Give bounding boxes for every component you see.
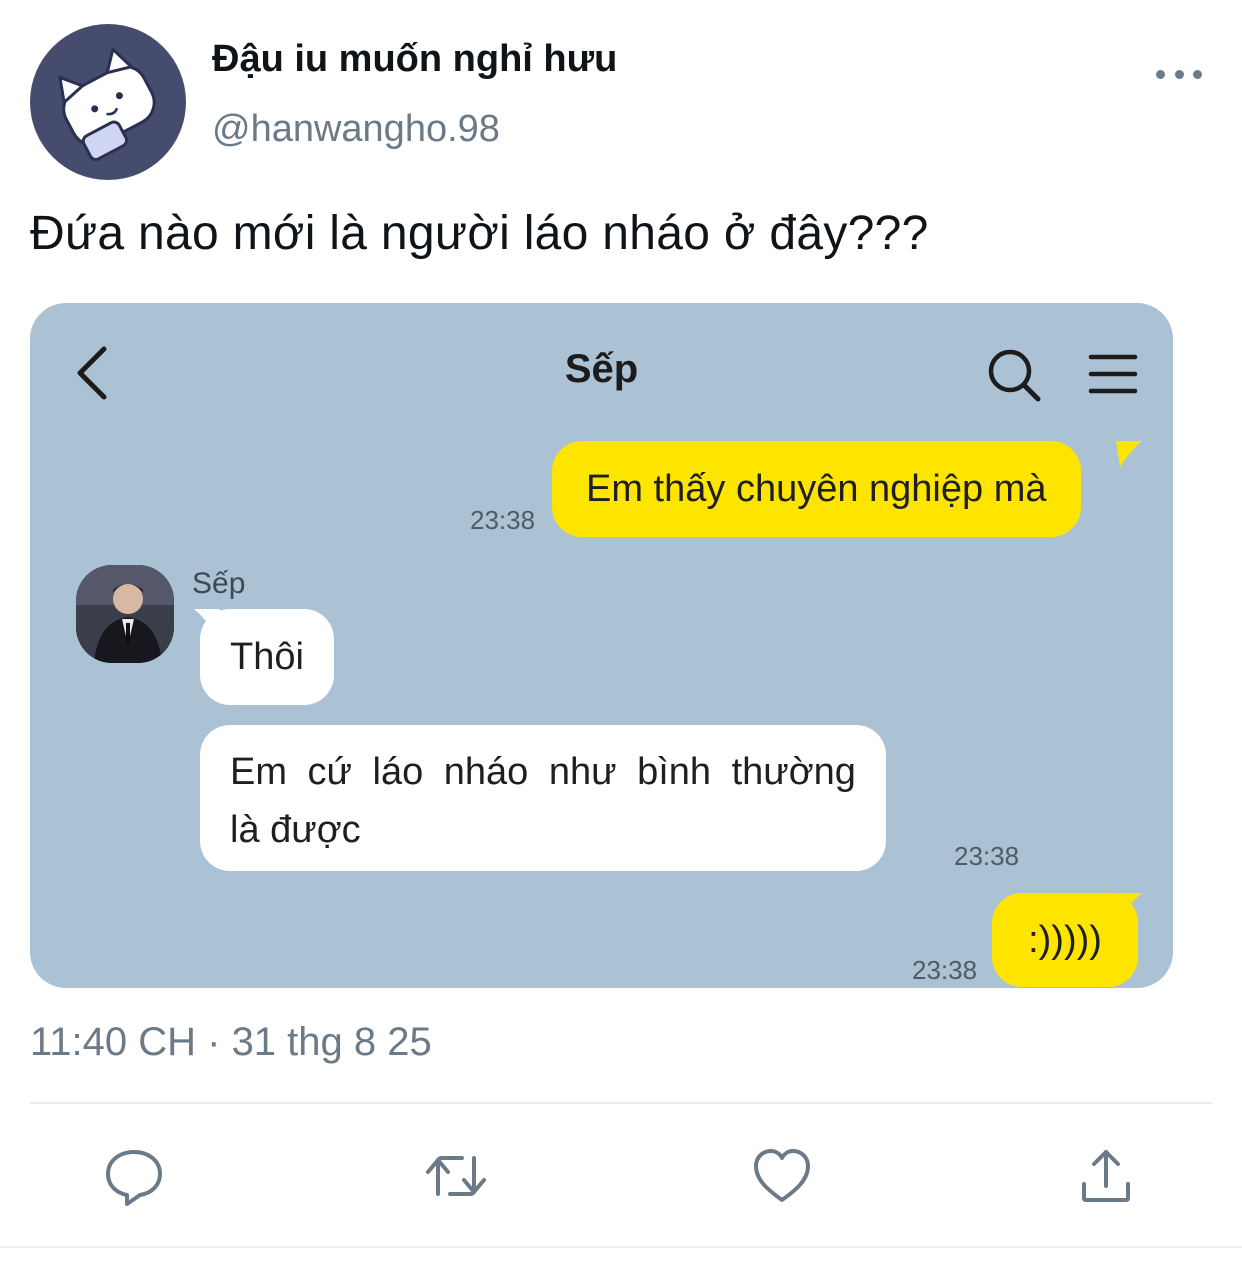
search-icon — [988, 349, 1041, 402]
divider — [0, 1246, 1242, 1248]
message-word: Em — [230, 751, 287, 793]
cat-avatar-illustration — [58, 47, 156, 162]
display-name[interactable]: Đậu iu muốn nghỉ hưu — [212, 38, 617, 81]
message-word: cứ — [307, 751, 352, 793]
reply-icon[interactable] — [102, 1144, 166, 1208]
message-text-line: là được — [230, 809, 361, 851]
message-text: Thôi — [230, 636, 304, 678]
retweet-icon[interactable] — [424, 1144, 488, 1208]
tweet-text: Đứa nào mới là người láo nháo ở đây??? — [30, 207, 929, 260]
message-word: bình — [637, 751, 712, 793]
sender-name: Sếp — [192, 567, 246, 600]
bubble-tail — [1116, 441, 1142, 467]
message-time: 23:38 — [954, 841, 1020, 871]
more-icon[interactable] — [1156, 58, 1202, 90]
tweet-media-image[interactable]: Sếp Em thấy chuyên nghiệp mà 23:38 Sếp T… — [30, 303, 1173, 988]
message-text: Em thấy chuyên nghiệp mà — [586, 468, 1047, 510]
chat-bubble-sent: :))))) — [992, 893, 1138, 987]
person-photo — [76, 565, 174, 663]
divider — [30, 1102, 1212, 1104]
message-word: láo — [372, 751, 424, 793]
message-word: thường — [731, 751, 856, 793]
heart-icon[interactable] — [750, 1144, 814, 1208]
message-word: như — [548, 751, 617, 793]
sender-avatar — [76, 565, 174, 663]
user-handle[interactable]: @hanwangho.98 — [212, 108, 500, 151]
message-word: nháo — [443, 751, 529, 793]
tweet-timestamp[interactable]: 11:40 CH · 31 thg 8 25 — [30, 1020, 432, 1065]
chat-bubble-sent: Em thấy chuyên nghiệp mà — [552, 441, 1081, 537]
message-time: 23:38 — [470, 505, 536, 535]
menu-icon — [1088, 354, 1138, 394]
share-icon[interactable] — [1074, 1144, 1138, 1208]
message-time: 23:38 — [912, 955, 978, 985]
chat-bubble-received: Em cứ láo nháo như bình thường là được — [200, 725, 886, 871]
chat-bubble-received: Thôi — [200, 609, 334, 705]
user-avatar[interactable] — [30, 24, 186, 180]
message-text-line: Em cứ láo nháo như bình thường — [230, 743, 856, 801]
message-text: :))))) — [1028, 919, 1102, 961]
